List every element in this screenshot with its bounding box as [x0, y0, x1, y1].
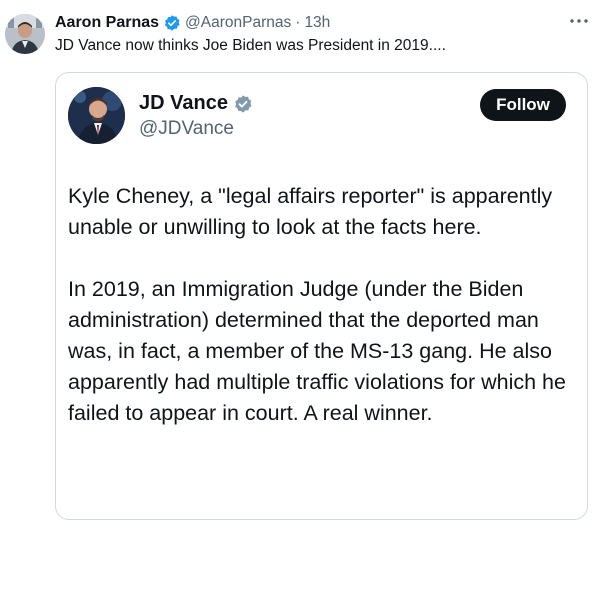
quoted-post-paragraph: Kyle Cheney, a "legal affairs reporter" … — [68, 184, 553, 239]
outer-timestamp[interactable]: 13h — [304, 14, 330, 32]
jd-vance-avatar[interactable] — [68, 87, 125, 144]
quoted-post-card[interactable]: JD Vance @JDVance Follow Kyle Cheney, a … — [55, 72, 588, 520]
verified-badge-icon — [163, 14, 181, 32]
quoted-author-row: JD Vance — [139, 92, 253, 115]
quoted-post-body: Kyle Cheney, a "legal affairs reporter" … — [68, 181, 586, 429]
outer-post-header: Aaron Parnas @AaronParnas · 13h — [55, 12, 330, 34]
follow-button[interactable]: Follow — [480, 89, 566, 121]
more-horizontal-icon[interactable] — [568, 14, 590, 28]
outer-post-text: JD Vance now thinks Joe Biden was Presid… — [55, 37, 446, 54]
quoted-author-handle[interactable]: @JDVance — [139, 118, 234, 140]
outer-author-name[interactable]: Aaron Parnas — [55, 14, 159, 32]
aaron-parnas-avatar[interactable] — [5, 14, 45, 54]
outer-separator: · — [295, 14, 301, 31]
outer-author-handle[interactable]: @AaronParnas — [185, 14, 291, 32]
quoted-author-name[interactable]: JD Vance — [139, 92, 228, 115]
quoted-post-paragraph: In 2019, an Immigration Judge (under the… — [68, 277, 566, 425]
profile-photo-icon — [5, 14, 45, 54]
gray-verified-badge-icon — [233, 94, 253, 114]
profile-photo-icon — [68, 87, 125, 144]
